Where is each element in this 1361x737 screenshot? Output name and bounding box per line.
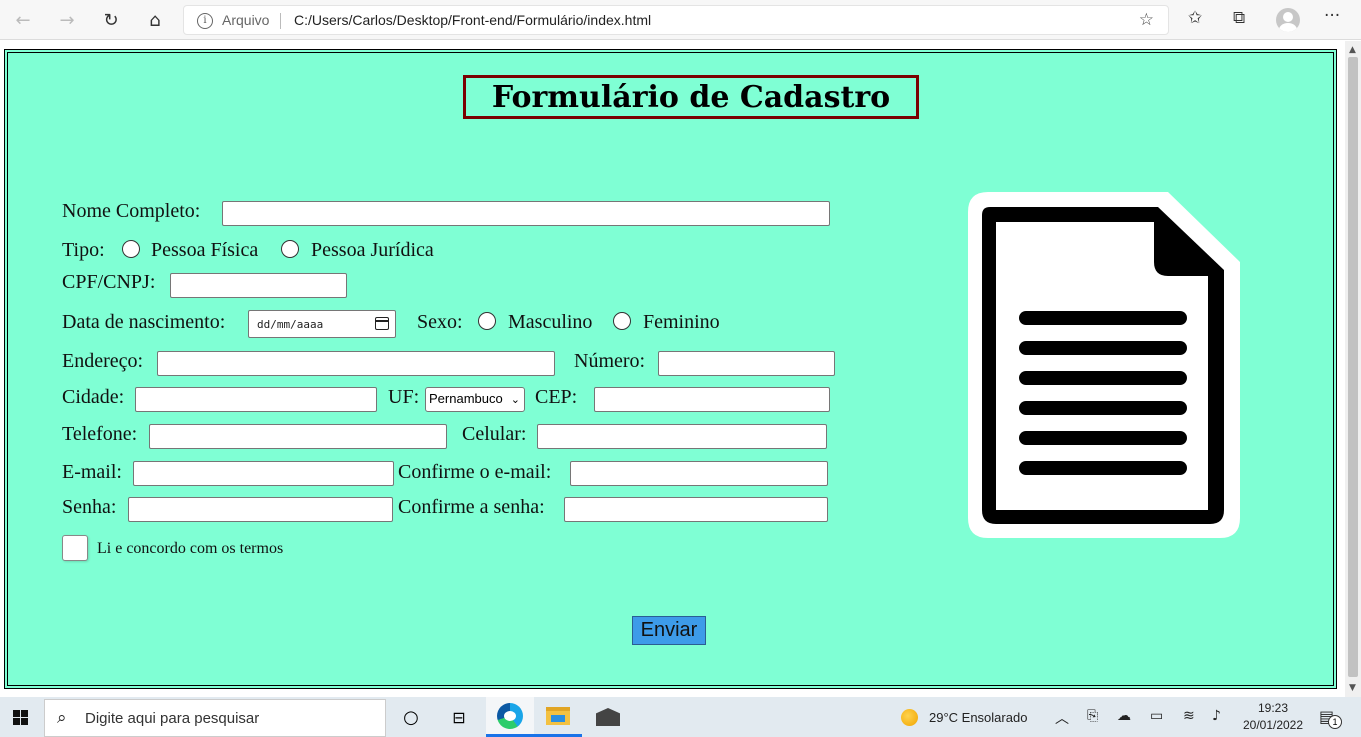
pessoa-juridica-label: Pessoa Jurídica xyxy=(311,239,434,261)
scroll-down-icon[interactable]: ▼ xyxy=(1349,683,1356,693)
title-box: Formulário de Cadastro xyxy=(463,75,919,119)
masculino-radio[interactable] xyxy=(478,312,496,330)
profile-avatar[interactable] xyxy=(1276,8,1300,32)
file-explorer-taskbar-button[interactable] xyxy=(534,697,582,737)
feminino-radio[interactable] xyxy=(613,312,631,330)
search-icon: ⌕ xyxy=(57,708,67,728)
confirme-email-input[interactable] xyxy=(570,461,828,486)
add-favorite-icon[interactable]: ☆ xyxy=(1139,10,1154,30)
pessoa-fisica-label: Pessoa Física xyxy=(151,239,259,261)
clock-date[interactable]: 20/01/2022 xyxy=(1240,718,1306,732)
confirme-email-label: Confirme o e-mail: xyxy=(398,461,552,483)
confirme-senha-input[interactable] xyxy=(564,497,828,522)
browser-toolbar: ← → ↻ ⌂ i Arquivo C:/Users/Carlos/Deskto… xyxy=(0,0,1361,40)
weather-sun-icon[interactable] xyxy=(901,709,918,726)
page-scrollbar[interactable]: ▲ ▼ xyxy=(1345,41,1361,697)
more-menu-icon[interactable]: ··· xyxy=(1324,6,1340,26)
pessoa-juridica-radio[interactable] xyxy=(281,240,299,258)
uf-select[interactable]: Pernambuco ⌄ xyxy=(425,387,525,412)
collections-icon[interactable]: ⧉ xyxy=(1233,8,1245,28)
birthdate-placeholder: dd/mm/aaaa xyxy=(257,318,324,331)
edge-icon xyxy=(497,702,523,729)
mail-icon xyxy=(596,708,620,726)
uf-label: UF: xyxy=(388,386,420,408)
onedrive-icon[interactable]: ☁ xyxy=(1117,708,1131,724)
page-viewport: Formulário de Cadastro Nome Completo: Ti… xyxy=(0,41,1345,697)
windows-taskbar: ⌕ Digite aqui para pesquisar ○ ⊟ 29°C En… xyxy=(0,697,1361,737)
telefone-input[interactable] xyxy=(149,424,447,449)
info-icon[interactable]: i xyxy=(197,13,213,29)
confirme-senha-label: Confirme a senha: xyxy=(398,496,545,518)
meet-icon[interactable]: ⎘ xyxy=(1087,708,1098,724)
telefone-label: Telefone: xyxy=(62,423,138,445)
numero-input[interactable] xyxy=(658,351,835,376)
terms-checkbox[interactable] xyxy=(62,535,88,561)
nascimento-label: Data de nascimento: xyxy=(62,311,226,333)
page-title: Formulário de Cadastro xyxy=(491,79,891,115)
celular-input[interactable] xyxy=(537,424,827,449)
senha-label: Senha: xyxy=(62,496,117,518)
cep-label: CEP: xyxy=(535,386,578,408)
back-icon[interactable]: ← xyxy=(9,6,37,34)
favorites-icon[interactable]: ✩ xyxy=(1188,8,1202,28)
submit-button[interactable]: Enviar xyxy=(632,616,706,645)
birthdate-input[interactable]: dd/mm/aaaa xyxy=(248,310,396,338)
battery-icon[interactable]: ▭ xyxy=(1150,708,1163,724)
nome-input[interactable] xyxy=(222,201,830,226)
calendar-icon[interactable] xyxy=(375,317,389,330)
uf-selected-value: Pernambuco xyxy=(429,391,503,406)
task-view-circle-icon[interactable]: ○ xyxy=(387,697,435,737)
celular-label: Celular: xyxy=(462,423,527,445)
senha-input[interactable] xyxy=(128,497,393,522)
pessoa-fisica-radio[interactable] xyxy=(122,240,140,258)
volume-icon[interactable]: ♪ xyxy=(1212,708,1221,724)
tipo-label: Tipo: xyxy=(62,239,105,261)
search-placeholder: Digite aqui para pesquisar xyxy=(85,710,260,727)
clock-time[interactable]: 19:23 xyxy=(1244,701,1302,715)
scroll-thumb[interactable] xyxy=(1348,57,1358,677)
terms-label: Li e concordo com os termos xyxy=(97,540,284,557)
numero-label: Número: xyxy=(574,350,646,372)
task-view-icon[interactable]: ⊟ xyxy=(435,697,483,737)
notification-count-badge: 1 xyxy=(1328,715,1342,729)
sexo-label: Sexo: xyxy=(417,311,463,333)
windows-logo-icon xyxy=(12,709,28,725)
cpf-cnpj-label: CPF/CNPJ: xyxy=(62,271,156,293)
address-url[interactable]: C:/Users/Carlos/Desktop/Front-end/Formul… xyxy=(294,12,651,28)
folder-icon xyxy=(546,706,570,725)
chevron-up-icon[interactable]: ︿ xyxy=(1055,708,1069,728)
cpf-cnpj-input[interactable] xyxy=(170,273,347,298)
home-icon[interactable]: ⌂ xyxy=(141,6,169,34)
form-container: Formulário de Cadastro Nome Completo: Ti… xyxy=(4,49,1337,689)
mail-taskbar-button[interactable] xyxy=(584,697,632,737)
email-input[interactable] xyxy=(133,461,394,486)
edge-taskbar-button[interactable] xyxy=(486,697,534,737)
start-button[interactable] xyxy=(0,697,40,737)
endereco-label: Endereço: xyxy=(62,350,144,372)
document-icon xyxy=(968,192,1240,538)
chevron-down-icon: ⌄ xyxy=(510,394,520,406)
weather-text[interactable]: 29°C Ensolarado xyxy=(929,710,1027,725)
email-label: E-mail: xyxy=(62,461,122,483)
address-bar[interactable]: i Arquivo C:/Users/Carlos/Desktop/Front-… xyxy=(183,5,1169,35)
scroll-up-icon[interactable]: ▲ xyxy=(1349,45,1356,55)
refresh-icon[interactable]: ↻ xyxy=(97,6,125,34)
address-separator xyxy=(280,13,281,29)
address-prefix: Arquivo xyxy=(222,12,270,28)
taskbar-search[interactable]: ⌕ Digite aqui para pesquisar xyxy=(44,699,386,737)
cidade-label: Cidade: xyxy=(62,386,125,408)
wifi-icon[interactable]: ≋ xyxy=(1183,708,1195,724)
feminino-label: Feminino xyxy=(643,311,720,333)
masculino-label: Masculino xyxy=(508,311,593,333)
cep-input[interactable] xyxy=(594,387,830,412)
forward-icon[interactable]: → xyxy=(53,6,81,34)
nome-label: Nome Completo: xyxy=(62,200,201,222)
endereco-input[interactable] xyxy=(157,351,555,376)
cidade-input[interactable] xyxy=(135,387,377,412)
